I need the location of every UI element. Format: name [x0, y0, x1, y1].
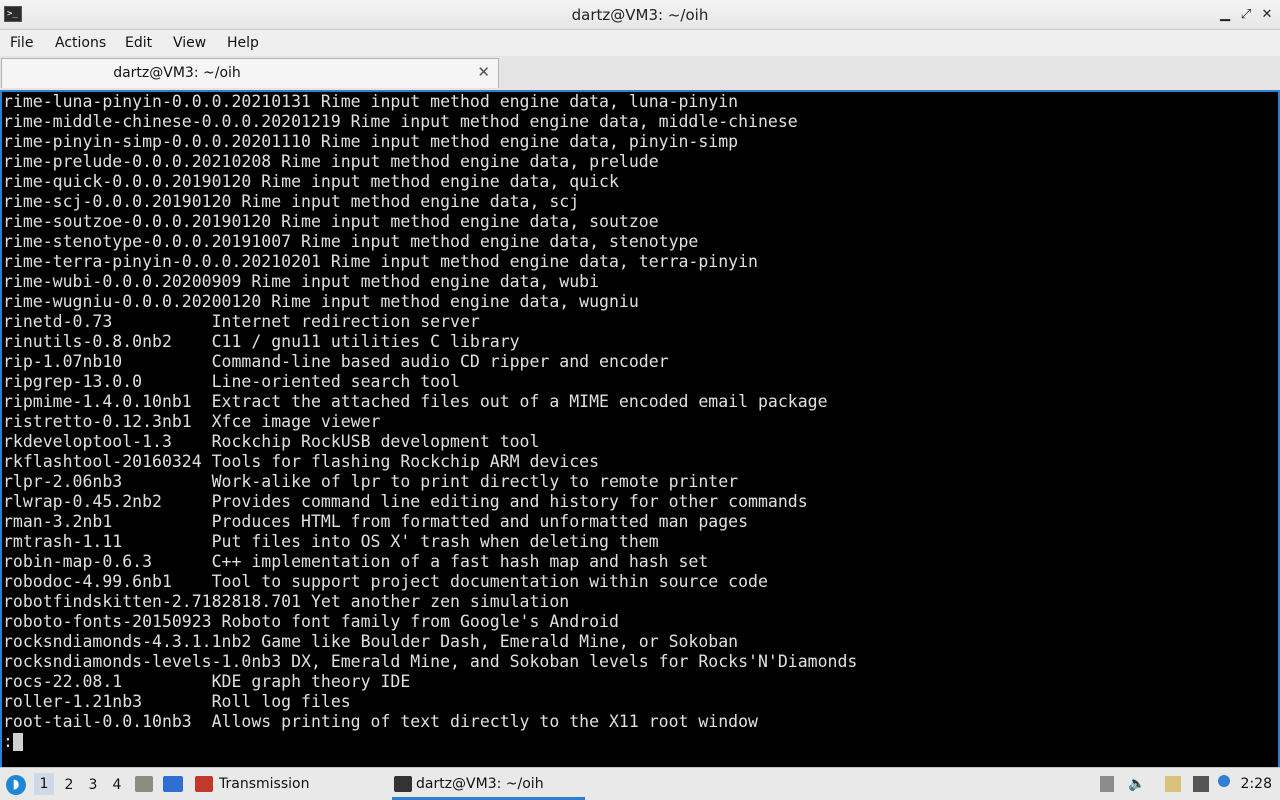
maximize-button[interactable]: ⤢ [1237, 6, 1255, 24]
tab-close-icon[interactable]: ✕ [477, 63, 490, 81]
clipboard-icon[interactable] [1165, 776, 1181, 792]
terminal-line: roboto-fonts-20150923 Roboto font family… [3, 612, 619, 631]
menu-actions[interactable]: Actions [55, 35, 106, 51]
pager-prompt[interactable]: : [3, 732, 857, 752]
display-icon[interactable] [1193, 776, 1209, 792]
terminal-line: robotfindskitten-2.7182818.701 Yet anoth… [3, 592, 570, 611]
terminal-line: rime-pinyin-simp-0.0.0.20201110 Rime inp… [3, 132, 739, 151]
terminal-line: rocksndiamonds-levels-1.0nb3 DX, Emerald… [3, 652, 858, 671]
terminal-line: robin-map-0.6.3 C++ implementation of a … [3, 552, 709, 571]
terminal-line: rime-prelude-0.0.0.20210208 Rime input m… [3, 152, 659, 171]
close-button[interactable]: ✕ [1258, 6, 1276, 24]
terminal-line: rime-middle-chinese-0.0.0.20201219 Rime … [3, 112, 798, 131]
terminal-line: rime-quick-0.0.0.20190120 Rime input met… [3, 172, 619, 191]
terminal-line: root-tail-0.0.10nb3 Allows printing of t… [3, 712, 758, 731]
terminal-lines: rime-luna-pinyin-0.0.0.20210131 Rime inp… [3, 92, 857, 752]
terminal-line: rocksndiamonds-4.3.1.1nb2 Game like Boul… [3, 632, 739, 651]
taskbar: ◗ 1 2 3 4 Transmission dartz@VM3: ~/oih … [0, 767, 1280, 800]
workspace-2[interactable]: 2 [62, 777, 76, 793]
terminal-line: rime-scj-0.0.0.20190120 Rime input metho… [3, 192, 580, 211]
terminal-line: robodoc-4.99.6nb1 Tool to support projec… [3, 572, 768, 591]
terminal-line: ripgrep-13.0.0 Line-oriented search tool [3, 372, 460, 391]
terminal-line: rinutils-0.8.0nb2 C11 / gnu11 utilities … [3, 332, 520, 351]
terminal-line: rlpr-2.06nb3 Work-alike of lpr to print … [3, 472, 739, 491]
terminal-line: ristretto-0.12.3nb1 Xfce image viewer [3, 412, 381, 431]
start-menu-icon[interactable]: ◗ [6, 775, 26, 795]
clock: 2:28 [1240, 776, 1272, 792]
terminal-output[interactable]: rime-luna-pinyin-0.0.0.20210131 Rime inp… [0, 90, 1280, 767]
menu-edit[interactable]: Edit [125, 35, 152, 51]
terminal-line: roller-1.21nb3 Roll log files [3, 692, 351, 711]
tab-label: dartz@VM3: ~/oih [113, 65, 241, 81]
tab-bar: dartz@VM3: ~/oih ✕ [0, 56, 1280, 90]
terminal-line: rime-wugniu-0.0.0.20200120 Rime input me… [3, 292, 639, 311]
workspace-3[interactable]: 3 [86, 777, 100, 793]
terminal-line: rkdeveloptool-1.3 Rockchip RockUSB devel… [3, 432, 540, 451]
terminal-launcher-icon[interactable] [163, 776, 183, 792]
window-titlebar: >_ dartz@VM3: ~/oih ▁ ⤢ ✕ [0, 0, 1280, 30]
terminal-line: rocs-22.08.1 KDE graph theory IDE [3, 672, 411, 691]
terminal-line: rman-3.2nb1 Produces HTML from formatted… [3, 512, 749, 531]
workspace-4[interactable]: 4 [110, 777, 124, 793]
transmission-icon [195, 776, 213, 792]
task-terminal[interactable]: dartz@VM3: ~/oih [392, 768, 585, 800]
notification-icon[interactable] [1218, 775, 1230, 787]
text-cursor [12, 733, 23, 751]
minimize-button[interactable]: ▁ [1216, 6, 1234, 24]
terminal-line: rip-1.07nb10 Command-line based audio CD… [3, 352, 669, 371]
menu-help[interactable]: Help [227, 35, 259, 51]
volume-icon[interactable]: 🔈 [1128, 776, 1145, 792]
terminal-line: rime-terra-pinyin-0.0.0.20210201 Rime in… [3, 252, 758, 271]
window-title: dartz@VM3: ~/oih [571, 6, 709, 24]
terminal-line: rime-stenotype-0.0.0.20191007 Rime input… [3, 232, 699, 251]
terminal-line: rime-soutzoe-0.0.0.20190120 Rime input m… [3, 212, 659, 231]
prompt-text: : [3, 732, 13, 751]
terminal-line: rlwrap-0.45.2nb2 Provides command line e… [3, 492, 808, 511]
file-manager-icon[interactable] [135, 776, 153, 792]
terminal-line: rkflashtool-20160324 Tools for flashing … [3, 452, 600, 471]
terminal-icon [394, 776, 412, 792]
terminal-line: rime-wubi-0.0.0.20200909 Rime input meth… [3, 272, 600, 291]
task-label: Transmission [219, 776, 310, 792]
tab-terminal[interactable]: dartz@VM3: ~/oih ✕ [1, 58, 499, 88]
terminal-line: rmtrash-1.11 Put files into OS X' trash … [3, 532, 659, 551]
terminal-line: rime-luna-pinyin-0.0.0.20210131 Rime inp… [3, 92, 739, 111]
workspace-1[interactable]: 1 [34, 773, 54, 795]
task-transmission[interactable]: Transmission [195, 768, 375, 800]
menu-file[interactable]: File [10, 35, 33, 51]
terminal-line: rinetd-0.73 Internet redirection server [3, 312, 480, 331]
terminal-line: ripmime-1.4.0.10nb1 Extract the attached… [3, 392, 828, 411]
menu-view[interactable]: View [173, 35, 206, 51]
removable-media-icon[interactable] [1100, 776, 1114, 792]
task-label: dartz@VM3: ~/oih [416, 776, 544, 792]
menubar: File Actions Edit View Help [0, 30, 1280, 56]
